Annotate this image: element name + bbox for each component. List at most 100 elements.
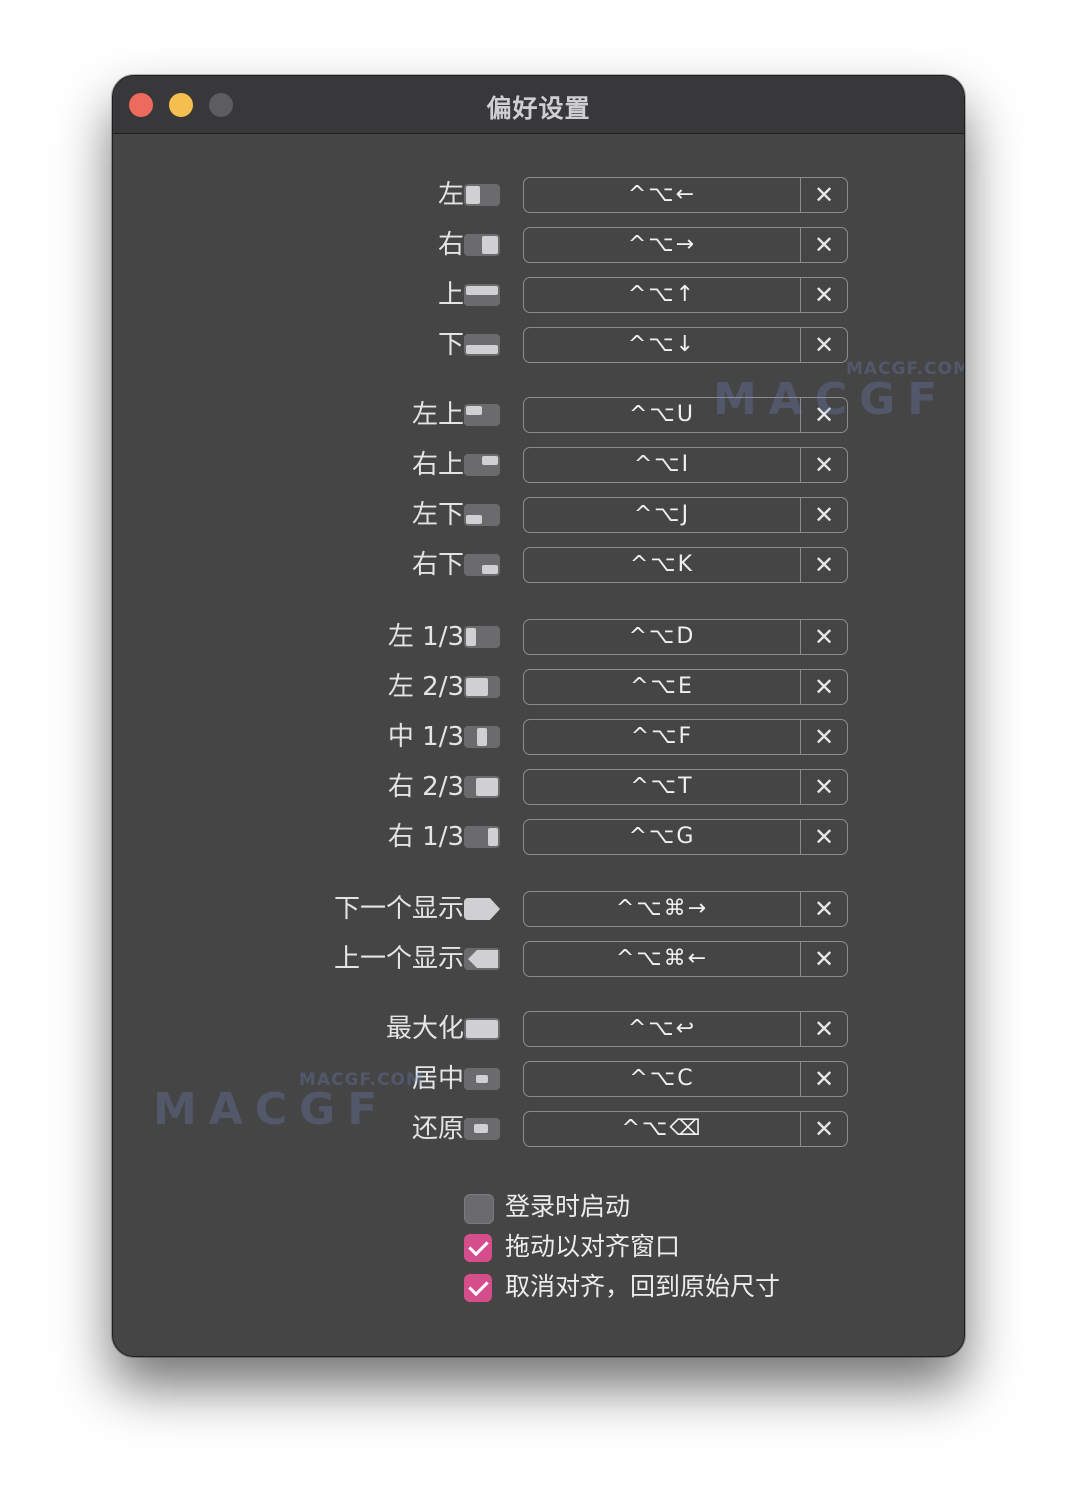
shortcut-row: 中 1/3 ^⌥F ✕: [113, 719, 964, 755]
shortcut-field[interactable]: ^⌥F: [524, 720, 801, 754]
shortcut-label: 下一个显示: [333, 894, 464, 924]
right-third-icon: [464, 826, 500, 848]
shortcut-recorder: ^⌥C ✕: [523, 1061, 848, 1097]
preferences-window: 偏好设置 左 ^⌥← ✕ 右 ^⌥→ ✕ 上 ^⌥↑ ✕ 下 ^⌥↓ ✕ 左上 ^⌥U ✕ 右上 ^⌥I ✕ 左下 ^…: [112, 75, 965, 1357]
shortcut-label: 居中: [411, 1064, 464, 1094]
shortcut-field[interactable]: ^⌥T: [524, 770, 801, 804]
clear-shortcut-button[interactable]: ✕: [801, 328, 847, 362]
shortcut-recorder: ^⌥↓ ✕: [523, 327, 848, 363]
shortcut-recorder: ^⌥U ✕: [523, 397, 848, 433]
clear-shortcut-button[interactable]: ✕: [801, 498, 847, 532]
shortcut-field[interactable]: ^⌥↩: [524, 1012, 801, 1046]
clear-shortcut-button[interactable]: ✕: [801, 548, 847, 582]
shortcut-label: 左: [437, 180, 464, 210]
clear-shortcut-button[interactable]: ✕: [801, 1112, 847, 1146]
clear-shortcut-button[interactable]: ✕: [801, 620, 847, 654]
shortcut-field[interactable]: ^⌥G: [524, 820, 801, 854]
shortcut-field[interactable]: ^⌥⌘←: [524, 942, 801, 976]
shortcut-field[interactable]: ^⌥→: [524, 228, 801, 262]
clear-shortcut-button[interactable]: ✕: [801, 228, 847, 262]
clear-shortcut-button[interactable]: ✕: [801, 720, 847, 754]
checkbox-label[interactable]: 拖动以对齐窗口: [505, 1232, 680, 1262]
shortcut-field[interactable]: ^⌥K: [524, 548, 801, 582]
shortcut-recorder: ^⌥↩ ✕: [523, 1011, 848, 1047]
clear-shortcut-button[interactable]: ✕: [801, 278, 847, 312]
left-third-icon: [464, 626, 500, 648]
shortcut-recorder: ^⌥G ✕: [523, 819, 848, 855]
bottom-left-icon: [464, 504, 500, 526]
shortcut-field[interactable]: ^⌥⌘→: [524, 892, 801, 926]
shortcut-row: 左 2/3 ^⌥E ✕: [113, 669, 964, 705]
clear-shortcut-button[interactable]: ✕: [801, 1012, 847, 1046]
shortcut-field[interactable]: ^⌥J: [524, 498, 801, 532]
clear-shortcut-button[interactable]: ✕: [801, 892, 847, 926]
top-half-icon: [464, 284, 500, 306]
shortcut-row: 下一个显示 ^⌥⌘→ ✕: [113, 891, 964, 927]
shortcut-row: 最大化 ^⌥↩ ✕: [113, 1011, 964, 1047]
shortcut-recorder: ^⌥⌘← ✕: [523, 941, 848, 977]
shortcut-field[interactable]: ^⌥U: [524, 398, 801, 432]
shortcut-row: 左 1/3 ^⌥D ✕: [113, 619, 964, 655]
shortcut-label: 最大化: [385, 1014, 464, 1044]
center-third-icon: [464, 726, 500, 748]
shortcut-row: 还原 ^⌥⌫ ✕: [113, 1111, 964, 1147]
shortcut-recorder: ^⌥I ✕: [523, 447, 848, 483]
shortcut-recorder: ^⌥D ✕: [523, 619, 848, 655]
shortcut-row: 上一个显示 ^⌥⌘← ✕: [113, 941, 964, 977]
shortcut-row: 居中 ^⌥C ✕: [113, 1061, 964, 1097]
shortcut-recorder: ^⌥F ✕: [523, 719, 848, 755]
shortcut-label: 上一个显示: [333, 944, 464, 974]
shortcut-row: 下 ^⌥↓ ✕: [113, 327, 964, 363]
center-icon: [464, 1068, 500, 1090]
clear-shortcut-button[interactable]: ✕: [801, 820, 847, 854]
shortcut-field[interactable]: ^⌥E: [524, 670, 801, 704]
shortcut-label: 中 1/3: [387, 722, 464, 752]
bottom-half-icon: [464, 334, 500, 356]
shortcut-row: 右下 ^⌥K ✕: [113, 547, 964, 583]
checkbox-label[interactable]: 取消对齐，回到原始尺寸: [505, 1272, 780, 1302]
clear-shortcut-button[interactable]: ✕: [801, 670, 847, 704]
shortcut-row: 右 2/3 ^⌥T ✕: [113, 769, 964, 805]
clear-shortcut-button[interactable]: ✕: [801, 1062, 847, 1096]
shortcut-label: 下: [437, 330, 464, 360]
shortcut-label: 右下: [411, 550, 464, 580]
previous-display-icon: [464, 948, 500, 970]
shortcut-field[interactable]: ^⌥D: [524, 620, 801, 654]
clear-shortcut-button[interactable]: ✕: [801, 178, 847, 212]
shortcut-field[interactable]: ^⌥⌫: [524, 1112, 801, 1146]
right-two-thirds-icon: [464, 776, 500, 798]
shortcut-recorder: ^⌥← ✕: [523, 177, 848, 213]
clear-shortcut-button[interactable]: ✕: [801, 770, 847, 804]
shortcut-label: 右 2/3: [387, 772, 464, 802]
shortcut-recorder: ^⌥T ✕: [523, 769, 848, 805]
shortcut-field[interactable]: ^⌥↓: [524, 328, 801, 362]
shortcut-row: 右 ^⌥→ ✕: [113, 227, 964, 263]
top-right-icon: [464, 454, 500, 476]
clear-shortcut-button[interactable]: ✕: [801, 398, 847, 432]
shortcut-field[interactable]: ^⌥←: [524, 178, 801, 212]
shortcut-recorder: ^⌥J ✕: [523, 497, 848, 533]
checkbox-checked[interactable]: [464, 1274, 492, 1302]
shortcut-label: 还原: [411, 1114, 464, 1144]
shortcut-row: 右 1/3 ^⌥G ✕: [113, 819, 964, 855]
shortcut-field[interactable]: ^⌥I: [524, 448, 801, 482]
clear-shortcut-button[interactable]: ✕: [801, 942, 847, 976]
shortcut-row: 右上 ^⌥I ✕: [113, 447, 964, 483]
shortcut-label: 右上: [411, 450, 464, 480]
checkbox-checked[interactable]: [464, 1234, 492, 1262]
shortcut-field[interactable]: ^⌥C: [524, 1062, 801, 1096]
shortcut-label: 上: [437, 280, 464, 310]
shortcut-label: 左下: [411, 500, 464, 530]
shortcut-label: 左上: [411, 400, 464, 430]
shortcut-row: 左 ^⌥← ✕: [113, 177, 964, 213]
clear-shortcut-button[interactable]: ✕: [801, 448, 847, 482]
checkbox-label[interactable]: 登录时启动: [505, 1192, 630, 1222]
shortcut-field[interactable]: ^⌥↑: [524, 278, 801, 312]
left-two-thirds-icon: [464, 676, 500, 698]
checkbox-unchecked[interactable]: [464, 1194, 494, 1224]
window-title: 偏好设置: [486, 94, 591, 123]
restore-icon: [464, 1118, 500, 1140]
shortcut-recorder: ^⌥⌫ ✕: [523, 1111, 848, 1147]
shortcut-recorder: ^⌥K ✕: [523, 547, 848, 583]
maximize-icon: [464, 1018, 500, 1040]
